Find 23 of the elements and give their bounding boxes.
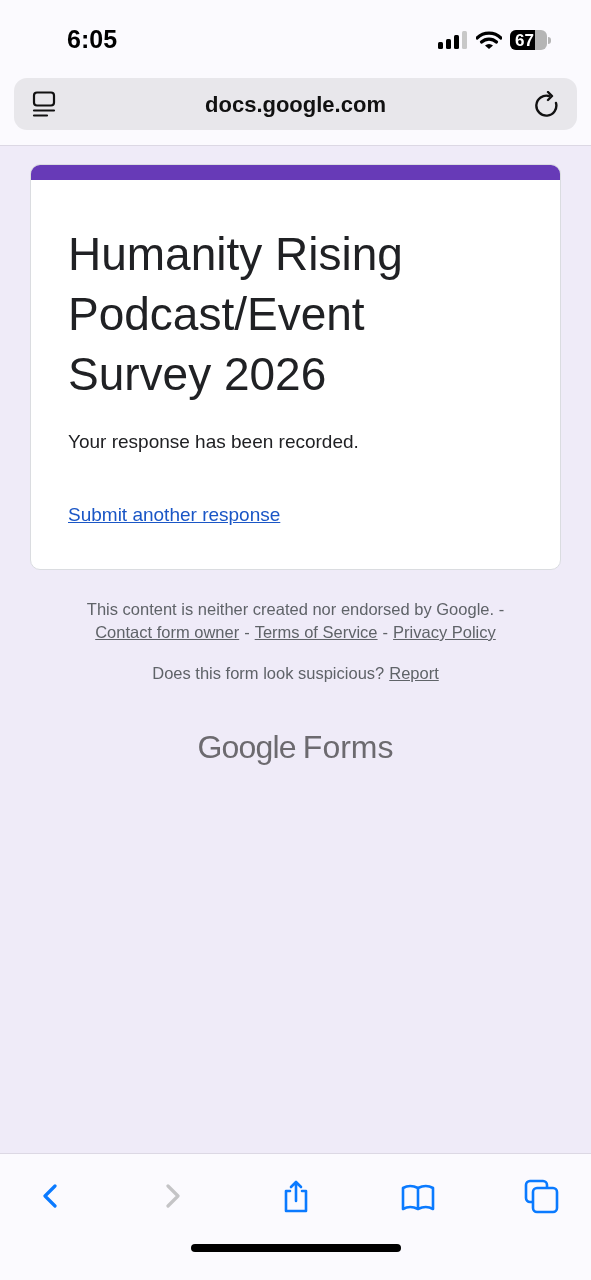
separator-dash: - — [382, 622, 389, 643]
url-text: docs.google.com — [205, 90, 386, 119]
reload-icon[interactable] — [535, 91, 559, 117]
status-time: 6:05 — [67, 24, 118, 56]
suspicious-question: Does this form look suspicious? — [152, 663, 385, 684]
reader-icon[interactable] — [32, 91, 56, 117]
submit-another-link[interactable]: Submit another response — [68, 500, 281, 529]
confirmation-message: Your response has been recorded. — [68, 430, 360, 454]
footer-link[interactable]: Contact form owner — [95, 621, 240, 644]
forward-icon — [165, 1184, 180, 1208]
footer-link[interactable]: Terms of Service — [254, 621, 378, 644]
battery-indicator: 67 — [510, 30, 551, 50]
back-icon — [43, 1184, 57, 1208]
wifi-icon — [476, 30, 502, 50]
google-forms-logo: Google Forms — [197, 728, 394, 767]
tabs-icon — [523, 1178, 559, 1214]
signal-icon — [438, 31, 468, 49]
disclaimer-text: This content is neither created nor endorsed by Google. - — [86, 599, 505, 620]
footer-link[interactable]: Privacy Policy — [393, 621, 496, 644]
separator-dash: - — [244, 622, 250, 643]
form-title: Humanity Rising Podcast/Event Survey 2026 — [68, 227, 404, 402]
report-link[interactable]: Report — [389, 662, 439, 685]
address-bar[interactable]: docs.google.com — [14, 78, 577, 130]
